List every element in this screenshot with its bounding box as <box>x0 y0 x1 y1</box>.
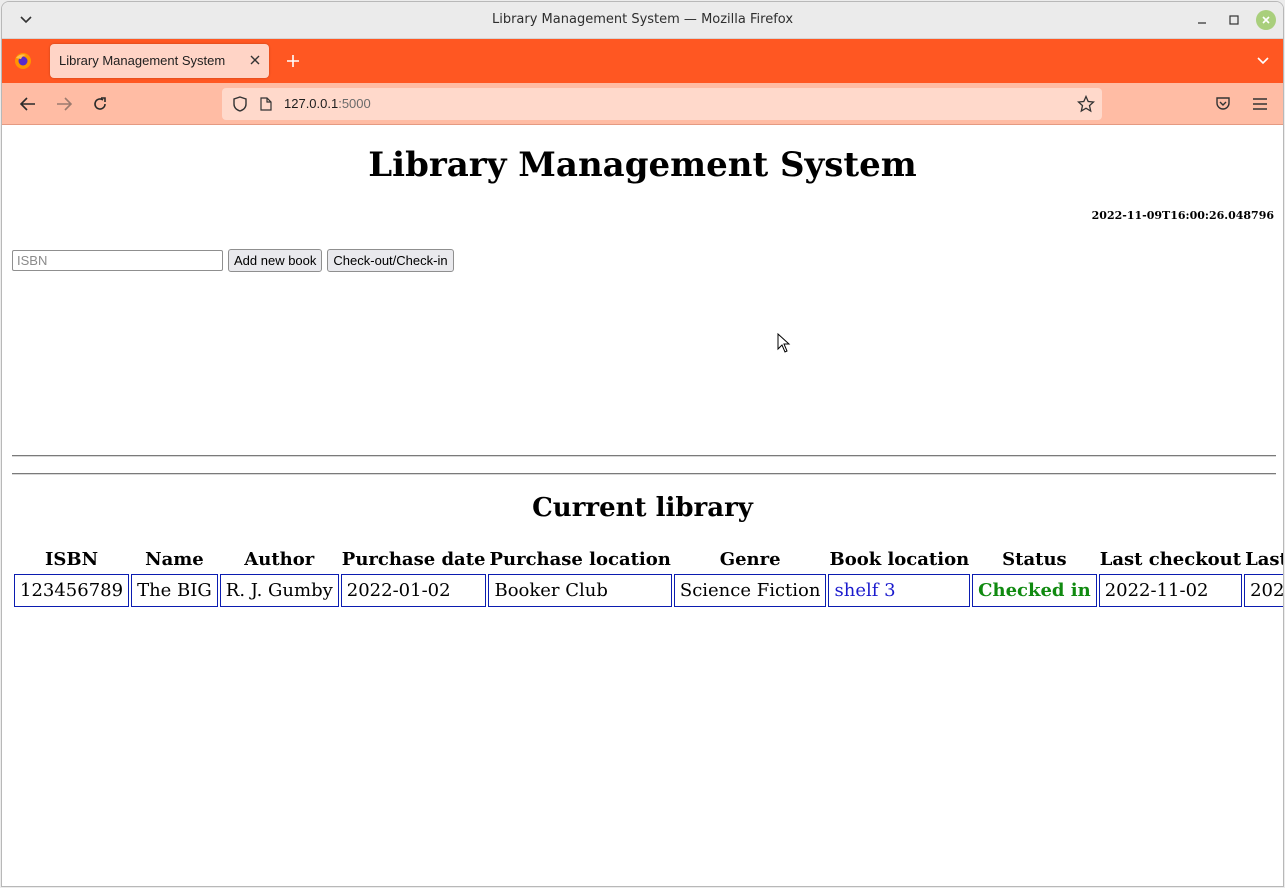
star-icon[interactable] <box>1076 94 1096 114</box>
cell-status: Checked in <box>972 574 1097 607</box>
tab-bar: Library Management System <box>2 39 1283 83</box>
library-table: ISBN Name Author Purchase date Purchase … <box>12 545 1284 609</box>
navigation-toolbar: 127.0.0.1:5000 <box>2 83 1283 125</box>
window-title: Library Management System — Mozilla Fire… <box>491 12 794 27</box>
column-header-genre: Genre <box>719 549 781 570</box>
column-header-status: Status <box>1002 549 1067 570</box>
page-title: Library Management System <box>368 145 917 185</box>
url-host: 127.0.0.1 <box>284 96 339 111</box>
cell-last-checkin: 2022-11-02 <box>1244 574 1283 607</box>
back-icon[interactable] <box>18 94 38 114</box>
page-icon <box>256 94 276 114</box>
column-header-book-location: Book location <box>829 549 970 570</box>
cell-purchase-date: 2022-01-02 <box>340 574 487 607</box>
table-header-row: ISBN Name Author Purchase date Purchase … <box>14 547 1284 572</box>
book-controls: Add new book Check-out/Check-in <box>12 249 454 272</box>
plus-icon[interactable] <box>284 52 302 70</box>
url-text[interactable]: 127.0.0.1:5000 <box>284 96 371 111</box>
cell-name: The BIG <box>131 574 218 607</box>
column-header-author: Author <box>244 549 315 570</box>
page-content: Library Management System 2022-11-09T16:… <box>2 125 1284 886</box>
tab-label: Library Management System <box>59 53 226 68</box>
isbn-input[interactable] <box>12 250 223 271</box>
checkout-checkin-button[interactable]: Check-out/Check-in <box>327 249 454 272</box>
url-bar[interactable]: 127.0.0.1:5000 <box>222 88 1102 120</box>
cursor-icon <box>777 332 791 357</box>
tab-list-chevron-down-icon[interactable] <box>1254 52 1272 70</box>
timestamp: 2022-11-09T16:00:26.048796 <box>1091 209 1274 222</box>
cell-author: R. J. Gumby <box>219 574 339 607</box>
add-new-book-button[interactable]: Add new book <box>228 249 323 272</box>
column-header-purchase-date: Purchase date <box>341 549 486 570</box>
cell-purchase-location: Booker Club <box>488 574 672 607</box>
cell-genre: Science Fiction <box>673 574 827 607</box>
hamburger-menu-icon[interactable] <box>1250 94 1270 114</box>
shield-icon[interactable] <box>230 94 250 114</box>
table-row: 123456789 The BIG R. J. Gumby 2022-01-02… <box>14 574 1283 607</box>
pocket-icon[interactable] <box>1213 94 1233 114</box>
column-header-purchase-location: Purchase location <box>489 549 671 570</box>
divider <box>12 473 1276 475</box>
section-title: Current library <box>532 493 753 523</box>
close-icon[interactable] <box>1256 10 1276 30</box>
tab-library-management[interactable]: Library Management System <box>50 44 269 78</box>
cell-book-location-link[interactable]: shelf 3 <box>828 574 971 607</box>
divider <box>12 455 1276 457</box>
column-header-last-checkout: Last checkout <box>1099 549 1242 570</box>
minimize-icon[interactable] <box>1192 10 1212 30</box>
url-port: :5000 <box>338 96 371 111</box>
cell-last-checkout: 2022-11-02 <box>1098 574 1243 607</box>
cell-isbn: 123456789 <box>14 574 130 607</box>
column-header-last-checkin: Last checkin <box>1245 549 1284 570</box>
column-header-name: Name <box>145 549 204 570</box>
tab-close-icon[interactable] <box>247 52 263 68</box>
reload-icon[interactable] <box>90 94 110 114</box>
forward-icon[interactable] <box>54 94 74 114</box>
browser-window: Library Management System — Mozilla Fire… <box>1 1 1284 887</box>
column-header-isbn: ISBN <box>44 549 99 570</box>
firefox-logo-icon[interactable] <box>14 52 32 70</box>
maximize-icon[interactable] <box>1224 10 1244 30</box>
title-bar: Library Management System — Mozilla Fire… <box>2 2 1283 39</box>
